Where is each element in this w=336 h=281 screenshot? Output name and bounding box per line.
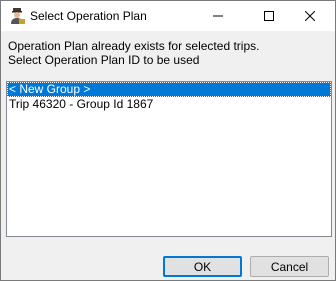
message-line-2: Select Operation Plan ID to be used — [8, 53, 200, 67]
close-button[interactable] — [292, 1, 328, 31]
list-item-new-group[interactable]: < New Group > — [7, 82, 331, 97]
message-line-1: Operation Plan already exists for select… — [8, 39, 260, 53]
dialog-body: Operation Plan already exists for select… — [1, 31, 335, 280]
minimize-icon — [213, 15, 223, 17]
close-icon — [305, 11, 315, 21]
maximize-icon — [264, 11, 274, 21]
maximize-button[interactable] — [251, 1, 287, 31]
list-item-trip-46320[interactable]: Trip 46320 - Group Id 1867 — [7, 97, 331, 112]
select-operation-plan-dialog: Select Operation Plan Operation Plan alr… — [0, 0, 336, 281]
operation-plan-list[interactable]: < New Group > Trip 46320 - Group Id 1867 — [6, 81, 332, 237]
window-title: Select Operation Plan — [30, 9, 147, 23]
minimize-button[interactable] — [200, 1, 236, 31]
user-icon — [8, 7, 26, 25]
title-bar[interactable]: Select Operation Plan — [1, 1, 335, 31]
cancel-button[interactable]: Cancel — [250, 256, 329, 277]
ok-button[interactable]: OK — [163, 256, 242, 277]
